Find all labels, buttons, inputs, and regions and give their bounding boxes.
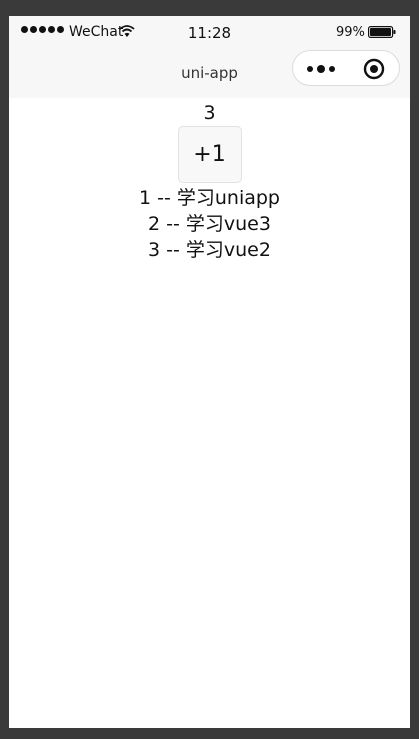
increment-button[interactable]: +1 [177,126,242,183]
navigation-bar: uni-app [9,50,410,98]
list-item: 1 -- 学习uniapp [138,187,280,209]
list-item: 2 -- 学习vue3 [148,213,271,235]
status-bar: WeChat 11:28 99% [9,16,410,50]
battery-percentage: 99% [336,25,365,40]
menu-capsule [292,50,400,86]
more-dots-icon[interactable] [307,61,337,77]
list-item: 3 -- 学习vue2 [148,239,271,261]
battery-icon [368,26,396,38]
main-content: 3 +1 1 -- 学习uniapp 2 -- 学习vue3 3 -- 学习vu… [9,98,410,263]
counter-value: 3 [203,102,216,124]
course-list: 1 -- 学习uniapp 2 -- 学习vue3 3 -- 学习vue2 [9,185,410,263]
phone-screen: WeChat 11:28 99% uni-app 3 +1 1 -- 学习uni… [9,16,410,728]
target-close-icon[interactable] [363,58,385,80]
